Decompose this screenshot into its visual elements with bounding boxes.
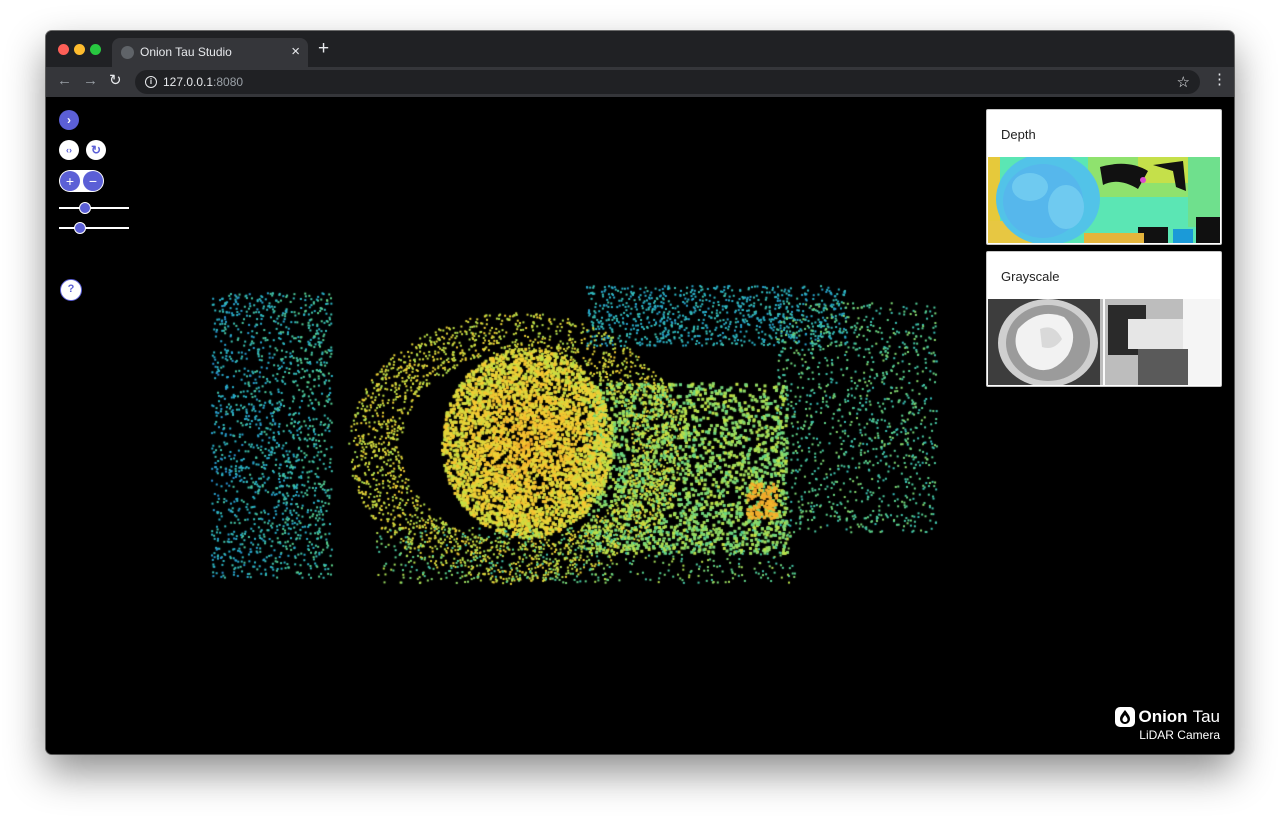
- info-icon[interactable]: i: [145, 76, 157, 88]
- slider-1-track[interactable]: [59, 207, 129, 209]
- toggle-controls-button[interactable]: ›: [59, 110, 79, 130]
- maximize-window-icon[interactable]: [90, 44, 101, 55]
- code-view-button[interactable]: ‹›: [59, 140, 79, 160]
- back-icon[interactable]: ←: [57, 72, 72, 90]
- bookmark-star-icon[interactable]: ☆: [1177, 73, 1190, 91]
- globe-icon: [121, 46, 134, 59]
- brand-subtitle: LiDAR Camera: [1139, 728, 1220, 742]
- help-button[interactable]: ?: [60, 279, 82, 301]
- zoom-controls: + −: [59, 170, 104, 192]
- grayscale-panel-title: Grayscale: [1001, 269, 1060, 284]
- depth-panel-title: Depth: [1001, 127, 1036, 142]
- zoom-out-button[interactable]: −: [83, 171, 103, 191]
- new-tab-button[interactable]: +: [318, 39, 329, 59]
- browser-window: Onion Tau Studio × + ← → ↻ i 127.0.0.1:8…: [46, 31, 1234, 754]
- browser-menu-icon[interactable]: ⋮: [1212, 71, 1227, 89]
- zoom-in-button[interactable]: +: [60, 171, 80, 191]
- browser-toolbar: ← → ↻ i 127.0.0.1:8080 ☆ ⋮: [46, 67, 1234, 97]
- slider-2-thumb[interactable]: [73, 222, 86, 234]
- url-host: 127.0.0.1: [163, 75, 214, 89]
- help-icon: ?: [67, 283, 75, 295]
- brand-logo: Onion Tau LiDAR Camera: [1115, 707, 1220, 742]
- tab-close-icon[interactable]: ×: [291, 43, 300, 61]
- forward-icon[interactable]: →: [83, 72, 98, 90]
- address-bar[interactable]: i 127.0.0.1:8080 ☆: [135, 70, 1200, 94]
- depth-image: [988, 157, 1220, 243]
- brand-name: Onion: [1138, 707, 1188, 726]
- grayscale-panel: Grayscale: [986, 251, 1222, 387]
- chevron-right-icon: ›: [67, 113, 71, 127]
- depth-panel: Depth: [986, 109, 1222, 245]
- reset-view-button[interactable]: ↻: [86, 140, 106, 160]
- tab-title: Onion Tau Studio: [140, 45, 232, 59]
- url-port: :8080: [213, 75, 244, 89]
- brand-product: Tau: [1192, 707, 1220, 726]
- url-text[interactable]: 127.0.0.1:8080: [163, 75, 243, 89]
- plus-icon: +: [65, 173, 75, 189]
- grayscale-image: [988, 299, 1220, 385]
- reload-icon[interactable]: ↻: [109, 72, 122, 90]
- tab-bar: Onion Tau Studio × +: [46, 31, 1234, 67]
- minus-icon: −: [88, 173, 98, 189]
- slider-1-thumb[interactable]: [78, 202, 91, 214]
- close-window-icon[interactable]: [58, 44, 69, 55]
- tab-onion-tau-studio[interactable]: Onion Tau Studio ×: [112, 38, 308, 67]
- minimize-window-icon[interactable]: [74, 44, 85, 55]
- slider-2-track[interactable]: [59, 227, 129, 229]
- code-icon: ‹›: [66, 145, 72, 155]
- rotate-icon: ↻: [90, 143, 102, 157]
- point-cloud-viewport[interactable]: › ‹› ↻ + − ? Depth Grayscale Onion Tau L…: [46, 97, 1234, 754]
- onion-logo-icon: [1115, 707, 1136, 727]
